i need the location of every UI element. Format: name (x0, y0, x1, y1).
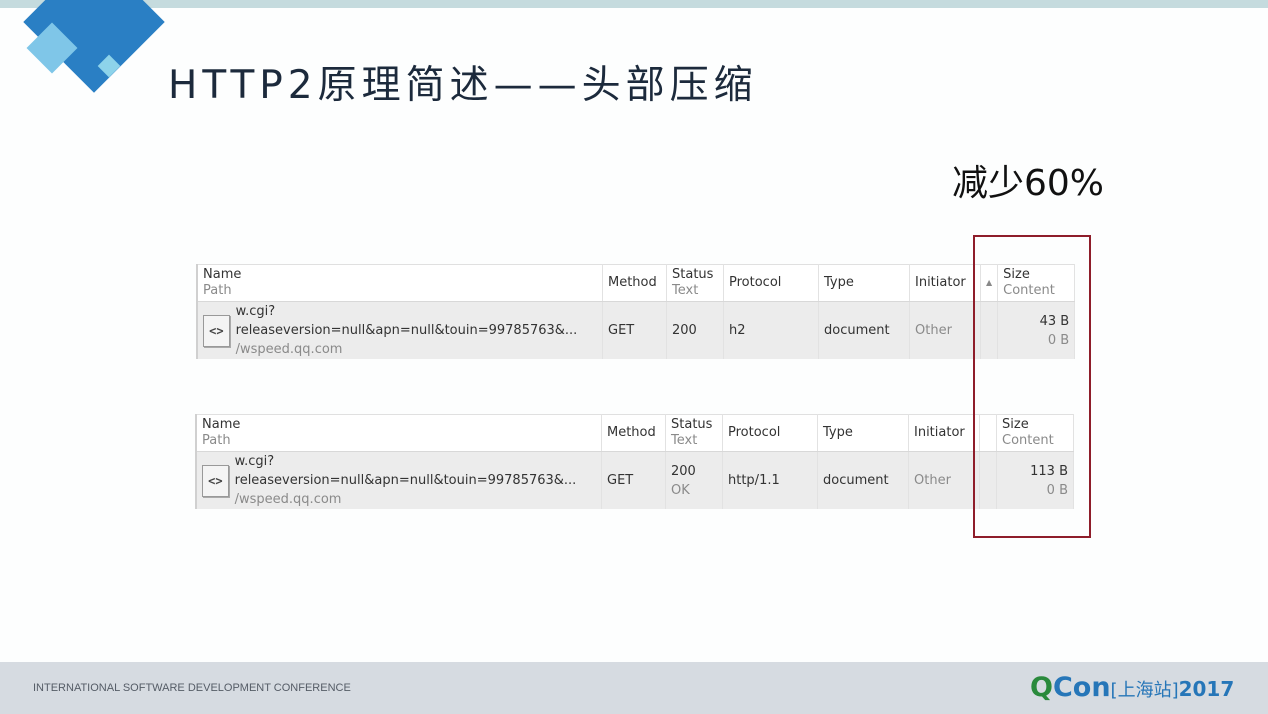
cell-method: GET (601, 451, 666, 509)
request-path: /wspeed.qq.com (235, 342, 343, 357)
cell-status: 200 (666, 301, 724, 359)
network-table-http11: Name Path Method Status Text Protocol Type… (195, 414, 1074, 509)
col-name[interactable]: Name Path (195, 414, 602, 452)
network-table-h2: Name Path Method Status Text Protocol Type… (196, 264, 1076, 359)
cell-name[interactable]: <> w.cgi?releaseversion=null&apn=null&to… (196, 301, 603, 359)
brand-city: [上海站] (1110, 680, 1179, 701)
reduction-callout: 减少60% (952, 163, 1105, 204)
col-protocol[interactable]: Protocol (722, 414, 818, 452)
col-text-label: Text (672, 283, 699, 298)
cell-method: GET (602, 301, 667, 359)
status-code: 200 (672, 323, 697, 338)
col-name[interactable]: Name Path (196, 264, 603, 302)
conference-name: INTERNATIONAL SOFTWARE DEVELOPMENT CONFE… (33, 682, 351, 694)
col-name-label: Name (202, 417, 241, 432)
brand-con: Con (1052, 672, 1111, 703)
footer-bar: INTERNATIONAL SOFTWARE DEVELOPMENT CONFE… (0, 662, 1268, 714)
request-path: /wspeed.qq.com (234, 492, 342, 507)
qcon-logo: QCon[上海站]2017 (1030, 672, 1234, 703)
cell-protocol: h2 (723, 301, 819, 359)
brand-year: 2017 (1178, 677, 1235, 701)
col-name-label: Name (203, 267, 242, 282)
slide-title: HTTP2原理简述——头部压缩 (168, 63, 758, 109)
col-method[interactable]: Method (601, 414, 666, 452)
col-status-label: Status (672, 267, 714, 282)
col-type[interactable]: Type (818, 264, 910, 302)
status-code: 200 (671, 463, 696, 479)
document-code-icon: <> (203, 314, 230, 347)
size-column-highlight-box (973, 235, 1091, 538)
header-row: Name Path Method Status Text Protocol Type… (195, 414, 1074, 452)
col-path-label: Path (203, 283, 232, 298)
col-status-label: Status (671, 417, 713, 432)
status-text: OK (671, 482, 690, 498)
cell-type: document (818, 301, 910, 359)
col-protocol[interactable]: Protocol (723, 264, 819, 302)
cell-status: 200 OK (665, 451, 723, 509)
col-status[interactable]: Status Text (666, 264, 724, 302)
cell-initiator: Other (909, 301, 981, 359)
table-row[interactable]: <> w.cgi?releaseversion=null&apn=null&to… (195, 451, 1074, 509)
col-text-label: Text (671, 433, 698, 448)
cell-initiator: Other (908, 451, 980, 509)
col-type[interactable]: Type (817, 414, 909, 452)
request-name: w.cgi?releaseversion=null&apn=null&touin… (235, 304, 578, 338)
top-accent-bar (0, 0, 1268, 8)
brand-q: Q (1030, 672, 1053, 703)
request-name: w.cgi?releaseversion=null&apn=null&touin… (234, 454, 577, 488)
col-status[interactable]: Status Text (665, 414, 723, 452)
cell-protocol: http/1.1 (722, 451, 818, 509)
col-method[interactable]: Method (602, 264, 667, 302)
document-code-icon: <> (202, 464, 229, 497)
col-path-label: Path (202, 433, 231, 448)
cell-name[interactable]: <> w.cgi?releaseversion=null&apn=null&to… (195, 451, 602, 509)
col-initiator[interactable]: Initiator (909, 264, 981, 302)
col-initiator[interactable]: Initiator (908, 414, 980, 452)
header-row: Name Path Method Status Text Protocol Type… (196, 264, 1076, 302)
table-row[interactable]: <> w.cgi?releaseversion=null&apn=null&to… (196, 301, 1076, 359)
cell-type: document (817, 451, 909, 509)
